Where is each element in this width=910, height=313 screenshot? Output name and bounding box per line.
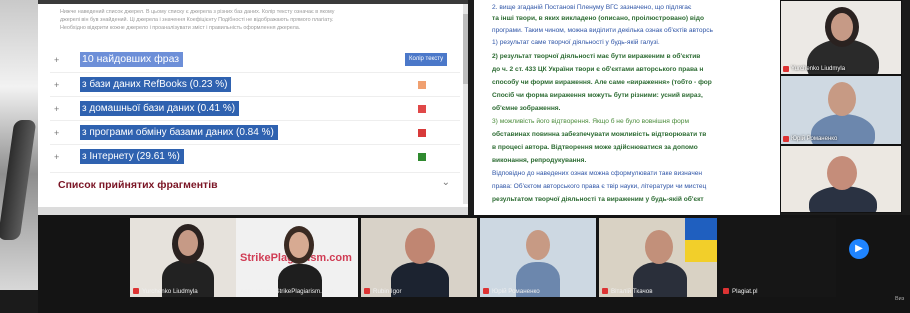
- doc-line: програми. Таким чином, можна виділити де…: [492, 27, 713, 34]
- muted-mic-icon: [783, 66, 789, 72]
- participant-face: [828, 82, 856, 116]
- video-conference-window: Нижче наведений список джерел. В цьому с…: [0, 0, 910, 313]
- muted-mic-icon: [723, 288, 729, 294]
- gallery-tile[interactable]: Yurchenko Liudmyla: [130, 218, 246, 297]
- document-bottom-strip: [38, 207, 468, 215]
- muted-mic-icon: [483, 288, 489, 294]
- doc-line: Відповідно до наведених ознак можна сфор…: [492, 170, 703, 177]
- doc-line: та інші твори, в яких викладено (описано…: [492, 15, 704, 22]
- expand-icon[interactable]: +: [54, 55, 59, 65]
- muted-mic-icon: [133, 288, 139, 294]
- participant-name: Yurchenko Liudmyla: [142, 288, 198, 295]
- corner-label: Виз: [895, 296, 905, 302]
- doc-line: 2. вище згаданій Постанові Пленуму ВГС з…: [492, 4, 692, 11]
- participant-tile[interactable]: Yurchenko Liudmyla: [780, 0, 902, 75]
- source-row[interactable]: + з бази даних RefBooks (0.23 %): [50, 72, 460, 96]
- chevron-right-icon: ▶: [855, 243, 863, 254]
- source-label: з програми обміну базами даних (0.84 %): [80, 125, 278, 140]
- source-row[interactable]: + з домашньої бази даних (0.41 %): [50, 96, 460, 120]
- expand-icon[interactable]: +: [54, 80, 59, 90]
- participant-body: [809, 186, 877, 212]
- gallery-tile[interactable]: Юрій Романенко: [480, 218, 596, 297]
- intro-line: Необхідно відкрити кожне джерело і проан…: [60, 25, 301, 31]
- color-swatch: [418, 81, 426, 89]
- muted-mic-icon: [783, 136, 789, 142]
- participant-name: Plagiat.pl: [732, 288, 758, 295]
- source-label: з домашньої бази даних (0.41 %): [80, 101, 240, 116]
- chevron-down-icon[interactable]: ⌄: [442, 177, 450, 188]
- participant-face: [526, 230, 550, 260]
- color-swatch: [418, 105, 426, 113]
- doc-line: виконання, репродукування.: [492, 157, 587, 164]
- gallery-strip: Yurchenko Liudmyla StrikePlagiarism.com …: [38, 215, 910, 313]
- doc-line: об'ємне зображення.: [492, 105, 561, 112]
- doc-line: Спосіб чи форма вираження можуть бути рі…: [492, 92, 703, 99]
- color-swatch: [418, 129, 426, 137]
- source-row[interactable]: + з програми обміну базами даних (0.84 %…: [50, 120, 460, 144]
- color-swatch: [418, 153, 426, 161]
- participant-name: Юрій Романенко: [492, 288, 540, 295]
- next-page-button[interactable]: ▶: [849, 239, 869, 259]
- participant-face: [827, 156, 857, 190]
- expand-icon[interactable]: +: [54, 128, 59, 138]
- doc-line: 3) можливість його відтворення. Якщо б н…: [492, 118, 689, 125]
- participant-face: [405, 228, 435, 264]
- background-photo-edge: [0, 0, 38, 290]
- participant-name: Yurchenko Liudmyla: [791, 66, 846, 72]
- flag-background: [685, 240, 717, 262]
- sources-table: + 10 найдовших фраз Колір тексту + з баз…: [50, 48, 460, 168]
- document-scrollbar[interactable]: [463, 4, 468, 204]
- shared-document-report: Нижче наведений список джерел. В цьому с…: [38, 0, 468, 215]
- accepted-fragments-section[interactable]: Список прийнятих фрагментів ⌄: [50, 172, 460, 194]
- participant-face: [831, 13, 853, 41]
- doc-line: способу чи форми вираження. Але саме «ви…: [492, 79, 712, 86]
- doc-line: 2) результат творчої діяльності має бути…: [492, 53, 701, 60]
- gallery-tile[interactable]: StrikePlagiarism.com Anna Hrijak, Strike…: [236, 218, 358, 297]
- participant-tile[interactable]: Юрій Романенко: [780, 75, 902, 145]
- gallery-tile[interactable]: Plagiat.pl: [720, 218, 836, 297]
- shared-document-text: 2. вище згаданій Постанові Пленуму ВГС з…: [474, 0, 780, 215]
- report-intro: Нижче наведений список джерел. В цьому с…: [38, 4, 468, 32]
- participant-face: [289, 232, 309, 258]
- intro-line: джерелі він був знайдений. Ці джерела і …: [60, 17, 334, 23]
- gallery-tile[interactable]: Віталій Ткачов: [599, 218, 717, 297]
- expand-icon[interactable]: +: [54, 104, 59, 114]
- muted-mic-icon: [364, 288, 370, 294]
- sources-header-row[interactable]: + 10 найдовших фраз Колір тексту: [50, 48, 460, 72]
- source-row[interactable]: + з Інтернету (29.61 %): [50, 144, 460, 168]
- intro-line: Нижче наведений список джерел. В цьому с…: [60, 9, 335, 15]
- flag-background: [685, 218, 717, 240]
- source-label: з бази даних RefBooks (0.23 %): [80, 77, 232, 92]
- participant-face: [178, 230, 198, 256]
- participant-name: Anna Hrijak, StrikePlagiarism.com: [240, 288, 334, 295]
- gallery-tile[interactable]: Rubin Igor: [361, 218, 477, 297]
- participant-tile[interactable]: [780, 145, 902, 213]
- source-label: з Інтернету (29.61 %): [80, 149, 184, 164]
- participant-name: Віталій Ткачов: [611, 288, 653, 295]
- participant-face: [645, 230, 673, 264]
- doc-line: в процесі автора. Відтворення може здійс…: [492, 144, 698, 151]
- scrollbar-thumb[interactable]: [463, 14, 468, 84]
- doc-line: права: Об'єктом авторського права є твір…: [492, 183, 707, 190]
- doc-line: до ч. 2 ст. 433 ЦК України твори є об'єк…: [492, 66, 704, 73]
- longest-phrases-label: 10 найдовших фраз: [80, 52, 184, 67]
- participant-name: Rubin Igor: [373, 288, 402, 295]
- participant-name: Юрій Романенко: [791, 136, 838, 142]
- accepted-fragments-title: Список прийнятих фрагментів: [58, 179, 218, 191]
- text-color-header: Колір тексту: [405, 53, 448, 66]
- muted-mic-icon: [602, 288, 608, 294]
- expand-icon[interactable]: +: [54, 152, 59, 162]
- doc-line: обставинах повинна забезпечувати можливі…: [492, 131, 707, 138]
- doc-line: 1) результат саме творчої діяльності у б…: [492, 39, 660, 46]
- doc-line: результатом творчої діяльності та вираже…: [492, 196, 704, 203]
